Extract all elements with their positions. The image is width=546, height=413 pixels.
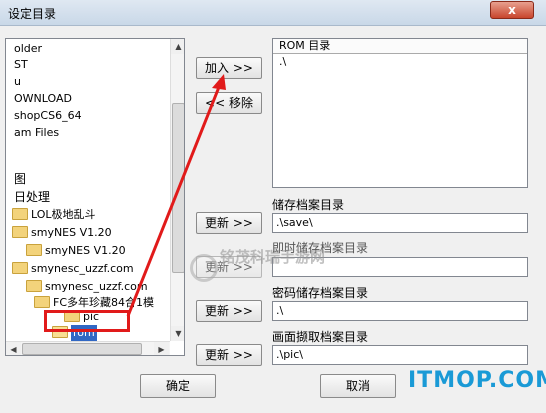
folder-icon: [34, 296, 50, 308]
tree-item[interactable]: smynesc_uzzf.com: [26, 279, 148, 295]
watermark-text: 铭茂科瑞手游网: [220, 248, 326, 266]
directory-tree[interactable]: older ST u OWNLOAD shopCS6_64 am Files 图…: [5, 38, 185, 356]
tree-item[interactable]: 图: [14, 171, 26, 187]
scroll-down-icon[interactable]: ▼: [171, 326, 184, 341]
scroll-left-icon[interactable]: ◀: [6, 342, 21, 355]
close-button[interactable]: x: [490, 1, 534, 19]
title-bar: 设定目录 x: [0, 0, 546, 26]
scroll-thumb[interactable]: [22, 343, 142, 355]
tree-item[interactable]: 日处理: [14, 189, 50, 205]
screenshot-dir-label: 画面撷取档案目录: [272, 330, 369, 344]
watermark-logo-icon: [190, 254, 218, 282]
ok-button[interactable]: 确定: [140, 374, 216, 398]
tree-item[interactable]: older: [14, 41, 42, 57]
list-item[interactable]: .\: [273, 54, 527, 69]
scroll-right-icon[interactable]: ▶: [154, 342, 169, 355]
folder-icon: [26, 280, 42, 292]
password-save-dir-field[interactable]: .\: [272, 301, 528, 321]
rom-directory-list[interactable]: ROM 目录 .\: [272, 38, 528, 188]
cancel-button[interactable]: 取消: [320, 374, 396, 398]
tree-vertical-scrollbar[interactable]: ▲ ▼: [170, 39, 184, 341]
dialog-body: older ST u OWNLOAD shopCS6_64 am Files 图…: [0, 26, 546, 413]
tree-item[interactable]: smyNES V1.20: [26, 243, 126, 259]
scroll-up-icon[interactable]: ▲: [171, 39, 184, 54]
scroll-thumb[interactable]: [172, 103, 184, 273]
remove-button[interactable]: << 移除: [196, 92, 262, 114]
tree-item[interactable]: smynesc_uzzf.com: [12, 261, 134, 277]
save-dir-field[interactable]: .\save\: [272, 213, 528, 233]
folder-icon: [26, 244, 42, 256]
folder-icon: [12, 262, 28, 274]
tree-item[interactable]: am Files: [14, 125, 59, 141]
save-dir-label: 储存档案目录: [272, 198, 345, 212]
tree-item[interactable]: smyNES V1.20: [12, 225, 112, 241]
tree-item[interactable]: OWNLOAD: [14, 91, 72, 107]
update-password-save-dir-button[interactable]: 更新 >>: [196, 300, 262, 322]
watermark-site: ITMOP.COM: [408, 368, 546, 393]
update-screenshot-dir-button[interactable]: 更新 >>: [196, 344, 262, 366]
annotation-highlight-box: [44, 310, 130, 332]
rom-list-header: ROM 目录: [273, 39, 527, 54]
tree-item[interactable]: shopCS6_64: [14, 108, 82, 124]
folder-icon: [12, 226, 28, 238]
tree-horizontal-scrollbar[interactable]: ◀ ▶: [6, 341, 170, 355]
update-save-dir-button[interactable]: 更新 >>: [196, 212, 262, 234]
screenshot-dir-field[interactable]: .\pic\: [272, 345, 528, 365]
add-button[interactable]: 加入 >>: [196, 57, 262, 79]
tree-item[interactable]: u: [14, 74, 21, 90]
tree-item[interactable]: LOL极地乱斗: [12, 207, 96, 223]
window-title: 设定目录: [8, 7, 57, 21]
password-save-dir-label: 密码储存档案目录: [272, 286, 369, 300]
folder-icon: [12, 208, 28, 220]
tree-item[interactable]: ST: [14, 57, 28, 73]
